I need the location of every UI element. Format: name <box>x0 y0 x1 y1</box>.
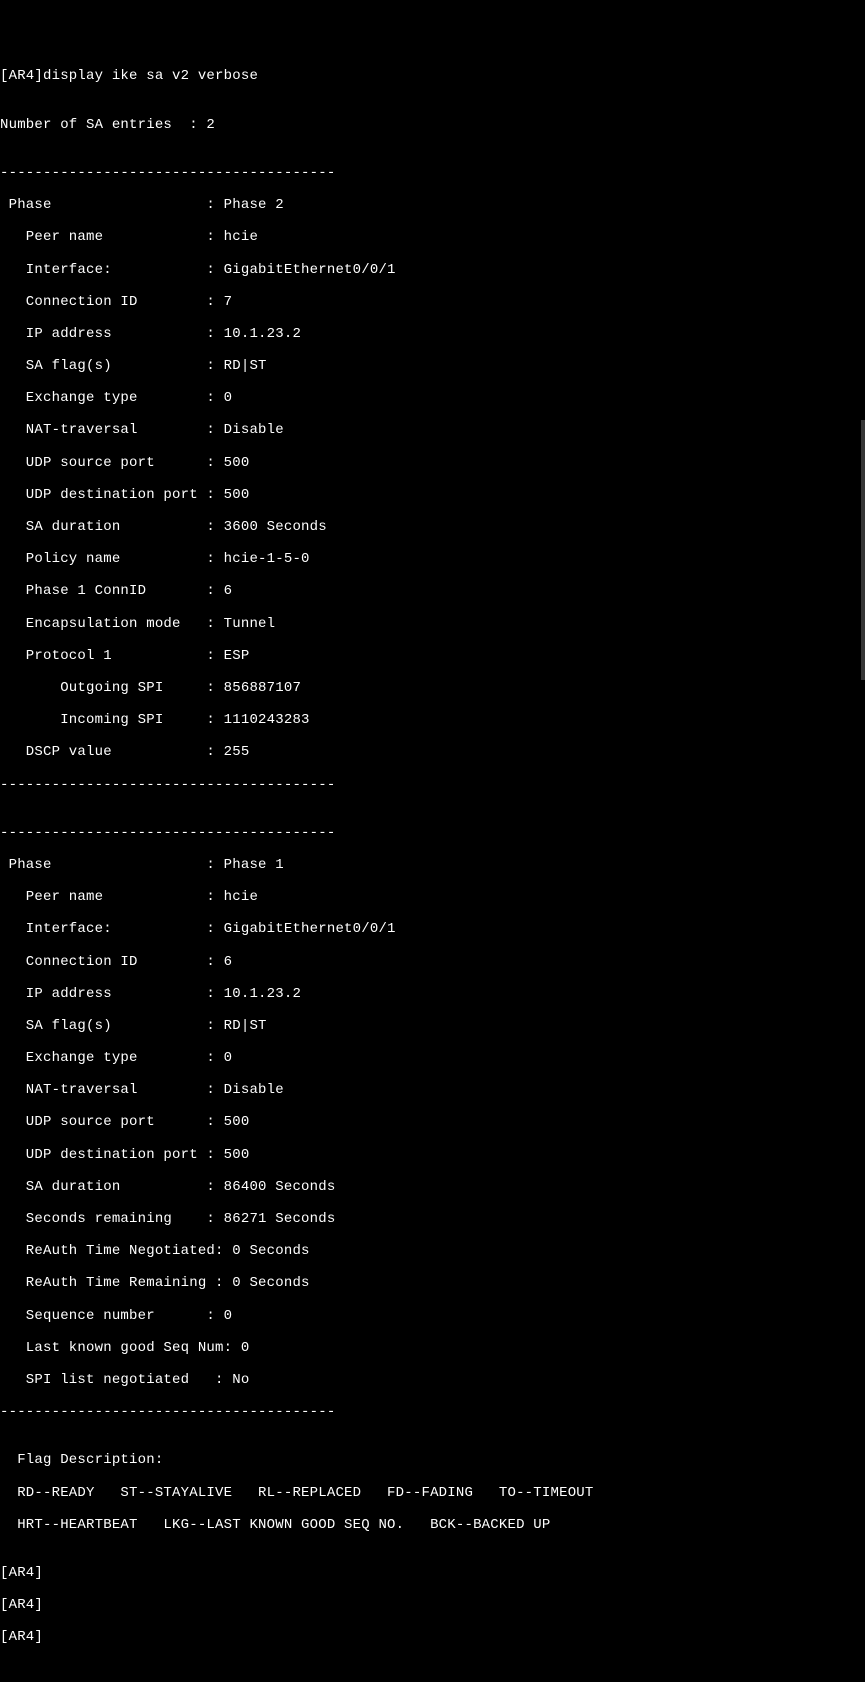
flag-desc-header: Flag Description: <box>0 1452 865 1468</box>
divider: --------------------------------------- <box>0 777 865 793</box>
phase2-encap-mode: Encapsulation mode : Tunnel <box>0 616 865 632</box>
phase2-udp-src: UDP source port : 500 <box>0 455 865 471</box>
phase1-phase: Phase : Phase 1 <box>0 857 865 873</box>
phase2-nat-traversal: NAT-traversal : Disable <box>0 422 865 438</box>
phase2-protocol1: Protocol 1 : ESP <box>0 648 865 664</box>
flag-desc-line2: HRT--HEARTBEAT LKG--LAST KNOWN GOOD SEQ … <box>0 1517 865 1533</box>
command-line: [AR4]display ike sa v2 verbose <box>0 68 865 84</box>
phase2-peer-name: Peer name : hcie <box>0 229 865 245</box>
phase2-sa-flags: SA flag(s) : RD|ST <box>0 358 865 374</box>
phase2-sa-duration: SA duration : 3600 Seconds <box>0 519 865 535</box>
phase2-exchange-type: Exchange type : 0 <box>0 390 865 406</box>
phase1-connection-id: Connection ID : 6 <box>0 954 865 970</box>
phase2-phase1-connid: Phase 1 ConnID : 6 <box>0 583 865 599</box>
phase2-dscp: DSCP value : 255 <box>0 744 865 760</box>
prompt[interactable]: [AR4] <box>0 1597 865 1613</box>
phase2-out-spi: Outgoing SPI : 856887107 <box>0 680 865 696</box>
phase2-interface: Interface: : GigabitEthernet0/0/1 <box>0 262 865 278</box>
phase2-connection-id: Connection ID : 7 <box>0 294 865 310</box>
scrollbar-thumb[interactable] <box>861 420 865 680</box>
divider: --------------------------------------- <box>0 825 865 841</box>
phase1-spi-list: SPI list negotiated : No <box>0 1372 865 1388</box>
phase1-sa-flags: SA flag(s) : RD|ST <box>0 1018 865 1034</box>
prompt[interactable]: [AR4] <box>0 1565 865 1581</box>
divider: --------------------------------------- <box>0 1404 865 1420</box>
phase1-udp-dst: UDP destination port : 500 <box>0 1147 865 1163</box>
prompt[interactable]: [AR4] <box>0 1629 865 1645</box>
phase1-seconds-remaining: Seconds remaining : 86271 Seconds <box>0 1211 865 1227</box>
phase1-ip-address: IP address : 10.1.23.2 <box>0 986 865 1002</box>
phase1-seq-num: Sequence number : 0 <box>0 1308 865 1324</box>
phase1-nat-traversal: NAT-traversal : Disable <box>0 1082 865 1098</box>
phase2-policy-name: Policy name : hcie-1-5-0 <box>0 551 865 567</box>
flag-desc-line1: RD--READY ST--STAYALIVE RL--REPLACED FD-… <box>0 1485 865 1501</box>
phase1-exchange-type: Exchange type : 0 <box>0 1050 865 1066</box>
phase1-udp-src: UDP source port : 500 <box>0 1114 865 1130</box>
phase1-sa-duration: SA duration : 86400 Seconds <box>0 1179 865 1195</box>
phase2-phase: Phase : Phase 2 <box>0 197 865 213</box>
phase1-reauth-time-neg: ReAuth Time Negotiated: 0 Seconds <box>0 1243 865 1259</box>
phase1-last-good-seq: Last known good Seq Num: 0 <box>0 1340 865 1356</box>
divider: --------------------------------------- <box>0 165 865 181</box>
phase2-udp-dst: UDP destination port : 500 <box>0 487 865 503</box>
phase2-ip-address: IP address : 10.1.23.2 <box>0 326 865 342</box>
sa-count: Number of SA entries : 2 <box>0 117 865 133</box>
phase2-in-spi: Incoming SPI : 1110243283 <box>0 712 865 728</box>
phase1-interface: Interface: : GigabitEthernet0/0/1 <box>0 921 865 937</box>
phase1-peer-name: Peer name : hcie <box>0 889 865 905</box>
phase1-reauth-time-rem: ReAuth Time Remaining : 0 Seconds <box>0 1275 865 1291</box>
